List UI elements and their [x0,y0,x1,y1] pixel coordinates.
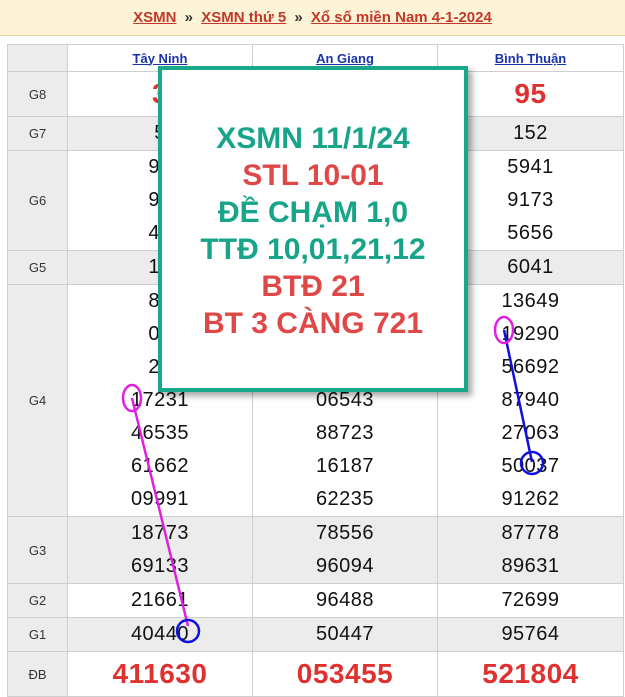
breadcrumb-separator: » [184,9,194,26]
prize-number: 50447 [315,623,375,645]
prize-cell: 521804 [437,651,624,697]
prize-cell: 96488 [252,583,438,618]
prize-label: G8 [7,71,68,117]
prize-number: 18773 [130,522,190,544]
prize-cell: 18773 69133 [67,516,253,584]
overlay-line: BTĐ 21 [261,270,365,303]
prize-number: 27063 [501,422,560,444]
prize-number: 91262 [501,488,560,510]
prize-cell: 87778 89631 [437,516,624,584]
prize-label: G1 [7,617,68,652]
prize-number: 411630 [112,658,208,689]
prize-number: 16187 [315,455,375,477]
prize-number: 50037 [501,455,560,477]
prize-label: ĐB [7,651,68,697]
prize-number: 96488 [315,589,375,611]
overlay-line: TTĐ 10,01,21,12 [200,233,426,266]
breadcrumb-current-link[interactable]: Xổ số miền Nam 4-1-2024 [311,9,492,26]
prize-cell: 72699 [437,583,624,618]
prize-cell: 40440 [67,617,253,652]
prize-cell: 411630 [67,651,253,697]
prize-row-g1: G1 40440 50447 95764 [7,617,624,652]
overlay-line: XSMN 11/1/24 [216,122,410,155]
prize-label: G4 [7,284,68,517]
prize-number: 521804 [482,658,579,689]
overlay-line: STL 10-01 [242,159,384,192]
prize-label: G7 [7,116,68,151]
prize-number: 21661 [130,589,190,611]
prize-label: G2 [7,583,68,618]
breadcrumb: XSMN » XSMN thứ 5 » Xổ số miền Nam 4-1-2… [0,0,625,36]
breadcrumb-separator: » [294,9,303,26]
prize-number: 95764 [501,623,560,645]
prize-label: G6 [7,150,68,251]
prize-number: 87778 [501,522,560,544]
prediction-overlay-box: XSMN 11/1/24 STL 10-01 ĐỀ CHẠM 1,0 TTĐ 10,0… [158,66,468,392]
breadcrumb-xsmn-link[interactable]: XSMN [133,9,176,26]
breadcrumb-xsmn-thu5-link[interactable]: XSMN thứ 5 [201,9,286,26]
prize-label: G5 [7,250,68,285]
prize-number: 89631 [501,555,560,577]
header-blank-cell [7,44,68,72]
prize-number: 61662 [130,455,190,477]
prize-number: 78556 [315,522,375,544]
prize-number: 40440 [130,623,190,645]
prize-number: 053455 [296,658,394,689]
prize-number: 62235 [315,488,375,510]
prize-number: 46535 [130,422,190,444]
prize-cell: 50447 [252,617,438,652]
prize-cell: 21661 [67,583,253,618]
prize-number: 69133 [130,555,190,577]
prize-cell: 78556 96094 [252,516,438,584]
prize-number: 09991 [130,488,190,510]
prize-number: 72699 [501,589,560,611]
prize-row-g2: G2 21661 96488 72699 [7,583,624,618]
prize-label: G3 [7,516,68,584]
prize-cell: 95764 [437,617,624,652]
overlay-line: ĐỀ CHẠM 1,0 [217,196,409,229]
prize-row-g3: G3 18773 69133 78556 96094 87778 89631 [7,516,624,584]
prize-cell: 053455 [252,651,438,697]
overlay-line: BT 3 CÀNG 721 [202,307,424,340]
prize-number: 88723 [315,422,375,444]
prize-number: 96094 [315,555,375,577]
prize-row-đb: ĐB 411630 053455 521804 [7,651,624,697]
